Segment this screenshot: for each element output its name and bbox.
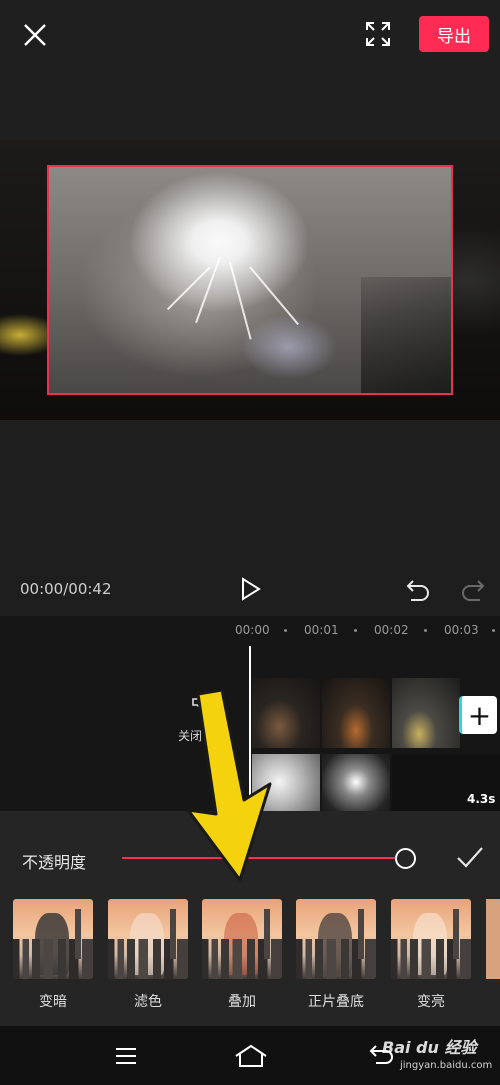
- fullscreen-icon[interactable]: [364, 20, 392, 48]
- firework-spark: [249, 266, 299, 326]
- blend-mode-label: 变暗: [39, 994, 67, 1010]
- ruler-dot: [424, 629, 427, 632]
- tick-label: 00:00: [235, 623, 270, 637]
- blend-mode-item[interactable]: 正片叠底: [296, 899, 376, 1010]
- blend-mode-item-partial[interactable]: [486, 899, 500, 979]
- blend-mode-label: 叠加: [228, 994, 256, 1010]
- blend-mode-item[interactable]: 变亮: [391, 899, 471, 1010]
- blend-mode-thumbnail: [296, 899, 376, 979]
- watermark-brand: Bai du 经验: [382, 1038, 477, 1057]
- play-icon[interactable]: [240, 577, 262, 601]
- home-icon[interactable]: [234, 1044, 268, 1068]
- blend-mode-label: 正片叠底: [308, 994, 364, 1010]
- clip-thumbnail: [392, 678, 460, 748]
- blend-mode-label: 滤色: [134, 994, 162, 1010]
- system-nav-bar: Bai du 经验 jingyan.baidu.com: [0, 1026, 500, 1085]
- undo-icon[interactable]: [405, 577, 431, 601]
- blend-mode-list[interactable]: 变暗 滤色 叠加 正片叠底 变亮: [0, 899, 500, 1010]
- overlay-clip[interactable]: [47, 165, 453, 395]
- export-button[interactable]: 导出: [419, 16, 489, 52]
- video-preview[interactable]: [0, 140, 500, 420]
- blend-mode-item[interactable]: 变暗: [13, 899, 93, 1010]
- tick-label: 00:03: [444, 623, 479, 637]
- opacity-slider-handle[interactable]: [395, 848, 416, 869]
- opacity-label: 不透明度: [22, 853, 87, 872]
- watermark-url: jingyan.baidu.com: [400, 1060, 493, 1071]
- blend-mode-thumbnail: [202, 899, 282, 979]
- time-ruler: 00:00 00:01 00:02 00:03: [0, 616, 500, 646]
- ruler-dot: [354, 629, 357, 632]
- playback-area: 00:00/00:42: [0, 420, 500, 616]
- blend-mode-thumbnail: [391, 899, 471, 979]
- tick-label: 00:01: [304, 623, 339, 637]
- blend-mode-thumbnail: [13, 899, 93, 979]
- blend-mode-thumbnail: [108, 899, 188, 979]
- clip-thumbnail: [322, 678, 390, 748]
- tick-label: 00:02: [374, 623, 409, 637]
- blend-mode-item[interactable]: 滤色: [108, 899, 188, 1010]
- menu-icon[interactable]: [114, 1046, 138, 1066]
- annotation-arrow: [186, 690, 272, 882]
- time-readout: 00:00/00:42: [20, 580, 112, 598]
- overlay-shadow: [361, 277, 451, 393]
- blend-mode-item[interactable]: 叠加: [202, 899, 282, 1010]
- ruler-dot: [284, 629, 287, 632]
- ruler-dot: [492, 629, 495, 632]
- check-icon[interactable]: [455, 844, 485, 872]
- top-bar: 导出: [0, 0, 500, 140]
- clip-duration: 4.3s: [467, 792, 496, 806]
- firework-spark: [166, 266, 211, 311]
- add-clip-button[interactable]: +: [459, 696, 497, 734]
- firework-spark: [229, 261, 252, 340]
- redo-icon[interactable]: [460, 577, 486, 601]
- close-icon[interactable]: [20, 20, 50, 50]
- blend-mode-label: 变亮: [417, 994, 445, 1010]
